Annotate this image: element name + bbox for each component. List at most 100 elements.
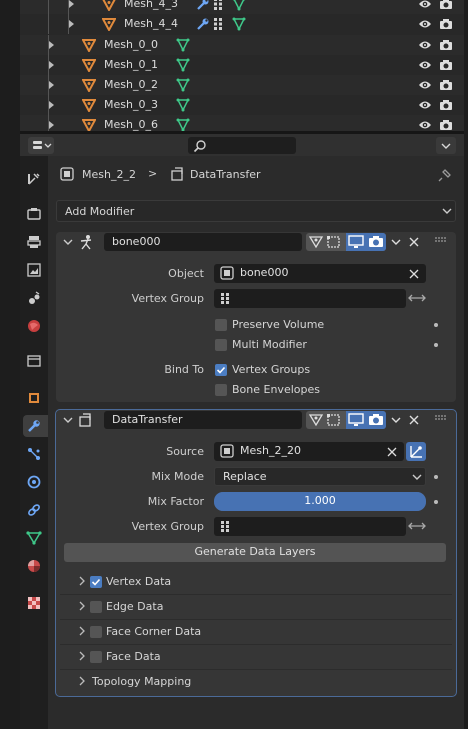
clear-icon[interactable]	[386, 446, 398, 458]
camera-icon[interactable]	[439, 118, 453, 131]
tab-render[interactable]	[23, 203, 45, 225]
face-data-subpanel[interactable]: Face Data	[56, 645, 456, 669]
generate-data-layers-button[interactable]: Generate Data Layers	[64, 543, 446, 562]
drag-handle-icon[interactable]	[434, 236, 448, 244]
tab-data[interactable]	[23, 527, 45, 549]
render-toggle[interactable]	[366, 411, 386, 429]
tab-view-layer[interactable]	[23, 259, 45, 281]
edge-data-subpanel[interactable]: Edge Data	[56, 595, 456, 619]
topology-mapping-subpanel[interactable]: Topology Mapping	[56, 670, 456, 694]
face-corner-data-checkbox[interactable]	[90, 626, 102, 638]
multi-modifier-checkbox[interactable]	[215, 339, 227, 351]
vertex-group-field[interactable]	[214, 289, 406, 308]
editor-type-button[interactable]	[28, 137, 54, 154]
render-toggle[interactable]	[366, 233, 386, 251]
modifier-name-field[interactable]: DataTransfer	[104, 411, 302, 429]
outliner-item-name[interactable]: Mesh_4_4	[124, 17, 178, 30]
tab-texture[interactable]	[23, 592, 45, 614]
vertex-groups-checkbox[interactable]	[215, 364, 227, 376]
tab-material[interactable]	[23, 555, 45, 577]
outliner-item-name[interactable]: Mesh_0_2	[104, 78, 158, 91]
eye-icon[interactable]	[418, 18, 432, 30]
face-corner-data-subpanel[interactable]: Face Corner Data	[56, 620, 456, 644]
expand-arrow-icon[interactable]	[68, 0, 76, 11]
camera-icon[interactable]	[439, 17, 453, 31]
expand-arrow-icon[interactable]	[48, 118, 56, 131]
camera-icon[interactable]	[439, 78, 453, 92]
camera-icon[interactable]	[439, 58, 453, 72]
eye-icon[interactable]	[418, 119, 432, 131]
outliner-row[interactable]: Mesh_4_4	[20, 14, 464, 34]
mix-factor-slider[interactable]: 1.000	[214, 492, 426, 511]
mesh-data-icon[interactable]	[232, 0, 246, 11]
realtime-toggle[interactable]	[346, 233, 366, 251]
tab-scene[interactable]	[23, 287, 45, 309]
keyframe-dot[interactable]	[434, 323, 438, 327]
expand-arrow-icon[interactable]	[48, 38, 56, 52]
tab-constraints[interactable]	[23, 499, 45, 521]
tab-collection[interactable]	[23, 350, 45, 372]
chevron-down-icon[interactable]	[390, 415, 402, 425]
vertex-data-checkbox[interactable]	[90, 576, 102, 588]
outliner-item-name[interactable]: Mesh_0_1	[104, 58, 158, 71]
tab-object[interactable]	[23, 387, 45, 409]
outliner-item-name[interactable]: Mesh_0_0	[104, 38, 158, 51]
on-cage-icon[interactable]	[308, 235, 324, 249]
keyframe-dot[interactable]	[434, 500, 438, 504]
realtime-toggle[interactable]	[346, 411, 366, 429]
mesh-data-icon[interactable]	[176, 98, 190, 112]
tab-modifiers[interactable]	[23, 415, 48, 437]
mix-mode-dropdown[interactable]: Replace	[214, 467, 426, 486]
eye-icon[interactable]	[418, 59, 432, 71]
invert-arrows-icon[interactable]	[408, 292, 426, 304]
outliner-row[interactable]: Mesh_0_6	[20, 115, 464, 131]
options-dropdown[interactable]	[436, 137, 456, 154]
outliner-item-name[interactable]: Mesh_0_3	[104, 98, 158, 111]
eye-icon[interactable]	[418, 79, 432, 91]
pin-icon[interactable]	[438, 168, 452, 182]
invert-arrows-icon[interactable]	[408, 520, 426, 532]
keyframe-dot[interactable]	[434, 343, 438, 347]
mesh-data-icon[interactable]	[232, 17, 246, 31]
mesh-data-icon[interactable]	[176, 58, 190, 72]
edit-mode-icon[interactable]	[326, 413, 342, 427]
outliner-row[interactable]: Mesh_0_0	[20, 35, 464, 55]
mesh-data-icon[interactable]	[176, 78, 190, 92]
drag-handle-icon[interactable]	[434, 414, 448, 422]
expand-arrow-icon[interactable]	[68, 17, 76, 31]
face-data-checkbox[interactable]	[90, 651, 102, 663]
edit-mode-icon[interactable]	[326, 235, 342, 249]
tab-particles[interactable]	[23, 443, 45, 465]
modifier-name-field[interactable]: bone000	[104, 233, 302, 251]
eye-icon[interactable]	[418, 0, 432, 10]
add-modifier-dropdown[interactable]: Add Modifier	[56, 200, 456, 222]
preserve-volume-checkbox[interactable]	[215, 319, 227, 331]
keyframe-dot[interactable]	[434, 475, 438, 479]
camera-icon[interactable]	[439, 98, 453, 112]
eye-icon[interactable]	[418, 99, 432, 111]
outliner-row[interactable]: Mesh_0_1	[20, 55, 464, 75]
eye-icon[interactable]	[418, 39, 432, 51]
collapse-chevron-icon[interactable]	[62, 415, 74, 425]
camera-icon[interactable]	[439, 38, 453, 52]
object-transform-toggle[interactable]	[406, 442, 426, 461]
vertex-group-field[interactable]	[214, 517, 406, 536]
object-field[interactable]: bone000	[214, 264, 426, 283]
outliner-row[interactable]: Mesh_0_3	[20, 95, 464, 115]
chevron-down-icon[interactable]	[390, 237, 402, 247]
search-input[interactable]	[188, 137, 296, 154]
camera-icon[interactable]	[439, 0, 453, 11]
tab-output[interactable]	[23, 231, 45, 253]
expand-arrow-icon[interactable]	[48, 58, 56, 72]
bone-envelopes-checkbox[interactable]	[215, 384, 227, 396]
close-icon[interactable]	[408, 236, 420, 248]
outliner-row[interactable]: Mesh_4_3	[20, 0, 464, 14]
tab-tool[interactable]	[23, 168, 45, 190]
expand-arrow-icon[interactable]	[48, 78, 56, 92]
collapse-chevron-icon[interactable]	[62, 237, 74, 247]
expand-arrow-icon[interactable]	[48, 98, 56, 112]
source-field[interactable]: Mesh_2_20	[214, 442, 404, 461]
outliner-item-name[interactable]: Mesh_4_3	[124, 0, 178, 10]
tab-physics[interactable]	[23, 471, 45, 493]
tab-world[interactable]	[23, 315, 45, 337]
